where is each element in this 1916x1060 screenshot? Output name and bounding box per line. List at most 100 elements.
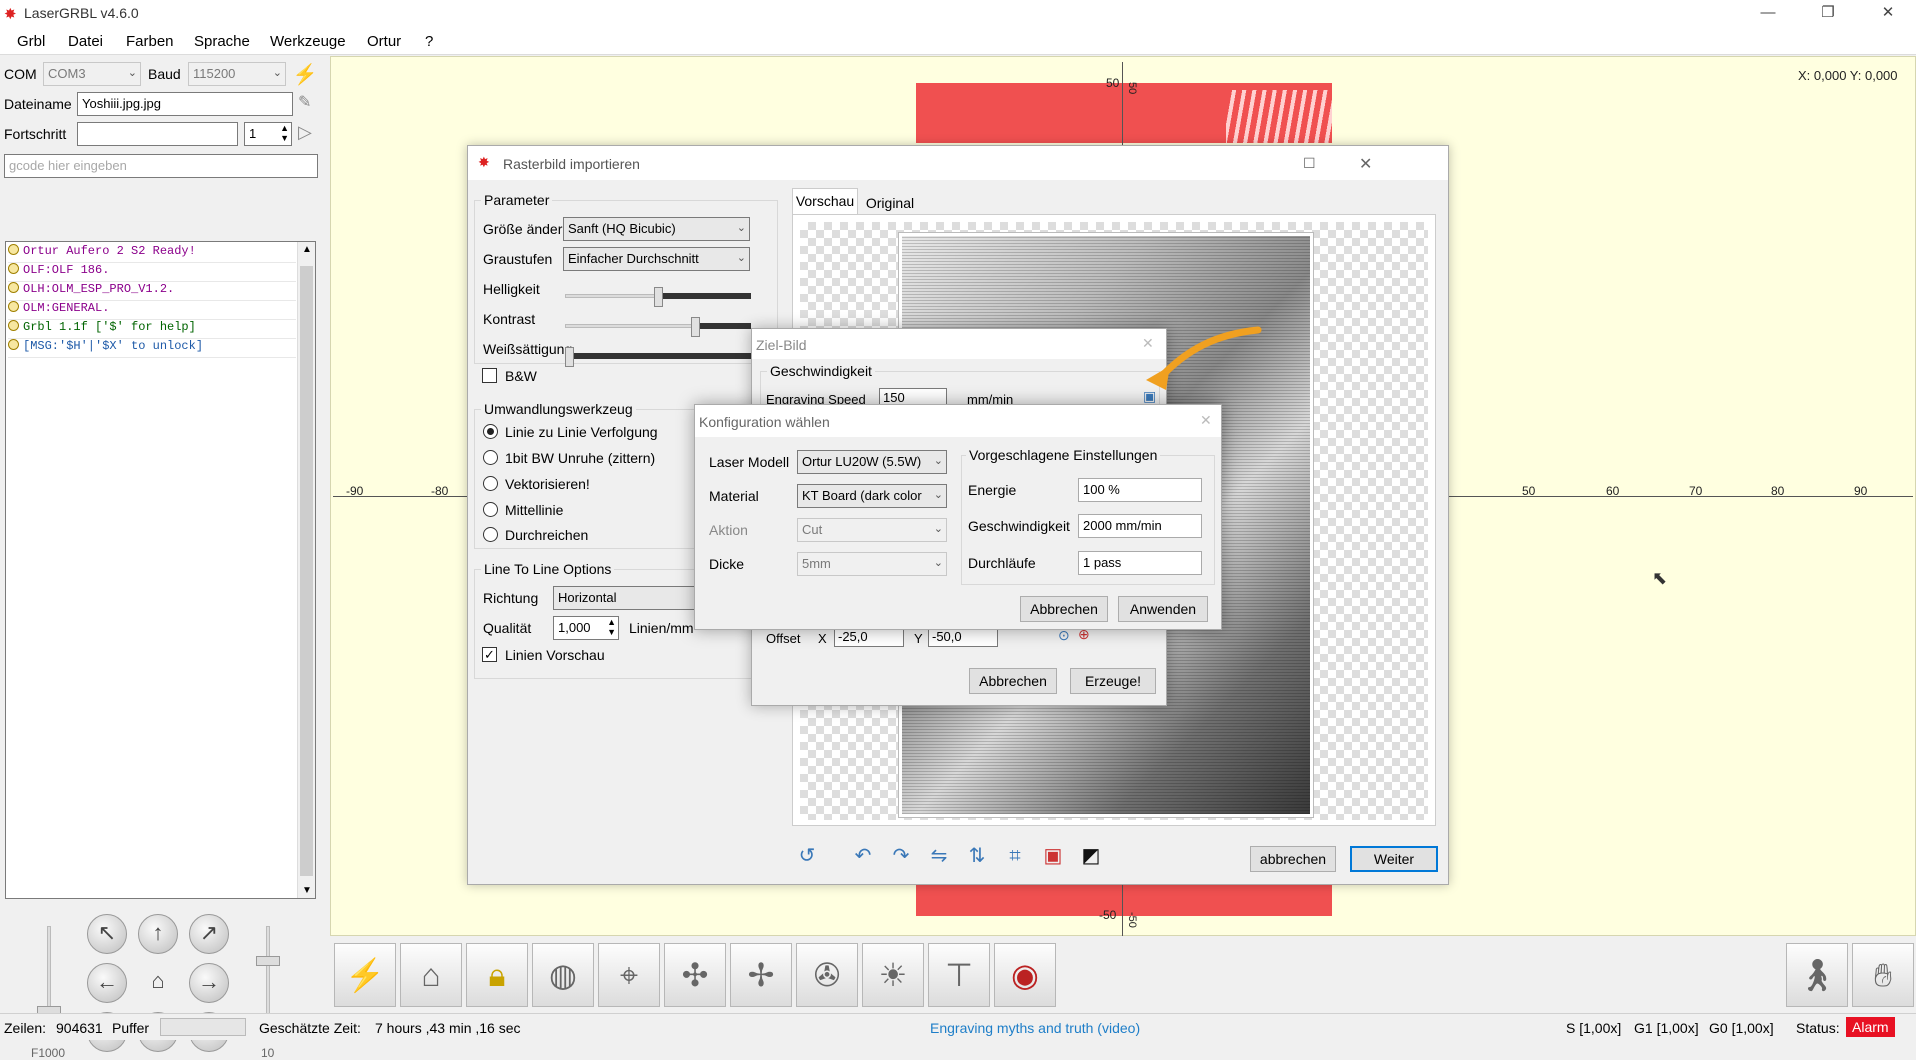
menu-sprache[interactable]: Sprache <box>194 33 250 50</box>
stop-hand-icon[interactable]: ✋︎ <box>1852 943 1914 1007</box>
cross-tool-icon[interactable]: ✣ <box>664 943 726 1007</box>
info-link[interactable]: Engraving myths and truth (video) <box>930 1020 1140 1036</box>
time-value: 7 hours ,43 min ,16 sec <box>375 1020 521 1036</box>
quality-unit: Linien/mm <box>629 620 694 636</box>
g0-override[interactable]: G0 [1,00x] <box>1709 1020 1774 1036</box>
rotate-reset-icon[interactable]: ↺ <box>794 843 820 869</box>
target-cancel-button[interactable]: Abbrechen <box>969 668 1057 694</box>
preview-lines-checkbox[interactable]: ✓ <box>482 647 497 662</box>
probe-icon[interactable]: ⊤ <box>928 943 990 1007</box>
chevron-down-icon: ⌄ <box>127 67 137 79</box>
flip-v-icon[interactable]: ⇅ <box>964 843 990 869</box>
jog-n-button[interactable]: ↑ <box>138 914 178 954</box>
speed-edit-icon[interactable]: ▣ <box>1143 388 1156 405</box>
title-bar: ✸ LaserGRBL v4.6.0 — ❐ ✕ <box>0 0 1916 27</box>
raster-dialog-title: Rasterbild importieren <box>503 156 640 172</box>
invert-icon[interactable]: ◩ <box>1078 843 1104 869</box>
step-slider-thumb[interactable] <box>256 956 280 966</box>
slider-fill <box>658 293 751 299</box>
raster-next-button[interactable]: Weiter <box>1350 846 1438 872</box>
passes-label: Durchläufe <box>968 555 1036 571</box>
quality-input[interactable]: 1,000 ▲ ▼ <box>553 616 619 640</box>
jog-nw-button[interactable]: ↖ <box>87 914 127 954</box>
autotrim-icon[interactable]: ▣ <box>1040 843 1066 869</box>
tool-radio-vector[interactable] <box>483 476 498 491</box>
flash-icon[interactable]: ⚡ <box>334 943 396 1007</box>
menu-werkzeuge[interactable]: Werkzeuge <box>270 33 346 50</box>
tool-radio-passthrough[interactable] <box>483 527 498 542</box>
flip-h-icon[interactable]: ⇋ <box>926 843 952 869</box>
menu-farben[interactable]: Farben <box>126 33 174 50</box>
gcode-input[interactable]: gcode hier eingeben <box>4 154 318 178</box>
tool-radio-line[interactable] <box>483 424 498 439</box>
contrast-slider[interactable] <box>565 317 751 337</box>
tick-y-neg50: -50 <box>1099 908 1117 922</box>
jog-w-button[interactable]: ← <box>87 963 127 1003</box>
rotate-right-icon[interactable]: ↷ <box>888 843 914 869</box>
progress-count[interactable]: 1 ▲ ▼ <box>244 122 292 146</box>
run-icon[interactable]: ▷ <box>298 122 312 143</box>
rotate-left-icon[interactable]: ↶ <box>850 843 876 869</box>
close-button[interactable]: ✕ <box>1359 154 1372 174</box>
baud-select[interactable]: 115200 ⌄ <box>188 62 286 86</box>
com-select[interactable]: COM3 ⌄ <box>43 62 141 86</box>
home-icon[interactable]: ⌂ <box>138 963 178 1003</box>
energy-field: 100 % <box>1078 478 1202 502</box>
console-scrollbar[interactable]: ▲ ▼ <box>297 242 315 898</box>
raster-cancel-button[interactable]: abbrechen <box>1250 846 1336 872</box>
scroll-down-icon[interactable]: ▼ <box>302 885 312 896</box>
g1-override[interactable]: G1 [1,00x] <box>1634 1020 1699 1036</box>
slider-thumb[interactable] <box>691 317 701 337</box>
maximize-button[interactable]: ☐ <box>1303 155 1316 172</box>
home-search-icon[interactable]: ⌂ <box>400 943 462 1007</box>
open-file-icon[interactable]: ✎ <box>298 92 311 112</box>
menu-help[interactable]: ? <box>425 33 433 50</box>
close-button[interactable]: ✕ <box>1866 0 1910 27</box>
lines-value: 904631 <box>56 1020 103 1036</box>
frame-tool-icon[interactable]: ✢ <box>730 943 792 1007</box>
material-select[interactable]: KT Board (dark color ⌄ <box>797 484 947 508</box>
slider-thumb[interactable] <box>654 287 663 307</box>
lock-icon[interactable]: 🔒︎ <box>466 943 528 1007</box>
tab-preview[interactable]: Vorschau <box>792 188 858 214</box>
chevron-down-icon: ⌄ <box>272 67 282 79</box>
connect-icon[interactable]: ⚡ <box>292 62 318 88</box>
com-value: COM3 <box>48 66 86 81</box>
s-override[interactable]: S [1,00x] <box>1566 1020 1621 1036</box>
offset-y-input[interactable]: -50,0 <box>928 627 998 647</box>
offset-x-input[interactable]: -25,0 <box>834 627 904 647</box>
config-apply-button[interactable]: Anwenden <box>1118 596 1208 622</box>
slider-thumb[interactable] <box>565 347 574 367</box>
stepper-icon: ▲ ▼ <box>280 123 289 143</box>
bw-checkbox[interactable] <box>482 368 497 383</box>
menu-ortur[interactable]: Ortur <box>367 33 401 50</box>
crop-icon[interactable]: ⌗ <box>1002 843 1028 869</box>
minimize-button[interactable]: — <box>1746 0 1790 27</box>
tool-radio-dither[interactable] <box>483 450 498 465</box>
config-cancel-button[interactable]: Abbrechen <box>1020 596 1108 622</box>
scrollbar-thumb[interactable] <box>300 266 313 876</box>
menu-datei[interactable]: Datei <box>68 33 103 50</box>
tool-radio-centerline[interactable] <box>483 502 498 517</box>
jog-e-button[interactable]: → <box>189 963 229 1003</box>
scroll-up-icon[interactable]: ▲ <box>302 244 312 255</box>
resize-select[interactable]: Sanft (HQ Bicubic) ⌄ <box>563 217 750 241</box>
walk-icon[interactable]: 🚶︎ <box>1786 943 1848 1007</box>
offset-label: Offset <box>766 631 801 646</box>
bulb-icon[interactable]: ☀ <box>862 943 924 1007</box>
action-value: Cut <box>802 522 823 537</box>
menu-grbl[interactable]: Grbl <box>17 33 45 50</box>
close-button[interactable]: ✕ <box>1200 412 1212 429</box>
brightness-slider[interactable] <box>565 287 751 307</box>
laser-select[interactable]: Ortur LU20W (5.5W) ⌄ <box>797 450 947 474</box>
jog-ne-button[interactable]: ↗ <box>189 914 229 954</box>
target-create-button[interactable]: Erzeuge! <box>1070 668 1156 694</box>
tab-original[interactable]: Original <box>860 192 920 214</box>
target-icon[interactable]: ⌖ <box>598 943 660 1007</box>
fan-icon[interactable]: ✇ <box>796 943 858 1007</box>
color-wheel-icon[interactable]: ◉ <box>994 943 1056 1007</box>
restore-button[interactable]: ❐ <box>1806 0 1850 27</box>
globe-icon[interactable]: ◍ <box>532 943 594 1007</box>
white-slider[interactable] <box>565 347 751 367</box>
gray-select[interactable]: Einfacher Durchschnitt ⌄ <box>563 247 750 271</box>
